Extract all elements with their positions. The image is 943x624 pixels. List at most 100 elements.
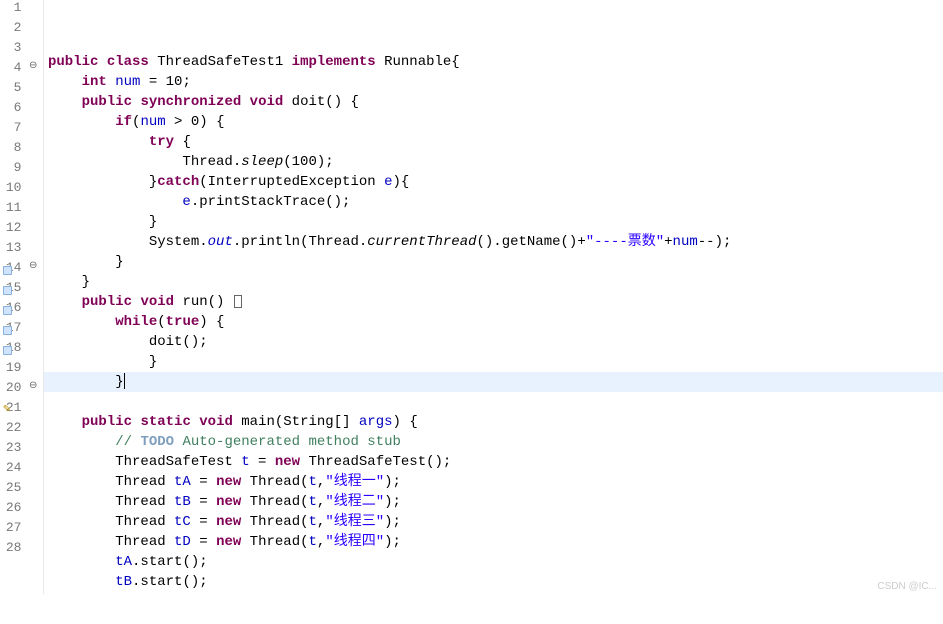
fold-toggle bbox=[23, 420, 43, 440]
code-line[interactable]: while(true) { bbox=[44, 312, 943, 332]
code-line[interactable]: public synchronized void doit() { bbox=[44, 92, 943, 112]
code-token: tA bbox=[115, 554, 132, 570]
fold-toggle bbox=[23, 280, 43, 300]
fold-toggle bbox=[23, 100, 43, 120]
line-number[interactable]: 11 bbox=[0, 200, 23, 220]
line-number[interactable]: 13 bbox=[0, 240, 23, 260]
line-number[interactable]: 24 bbox=[0, 460, 23, 480]
code-token: tA bbox=[174, 474, 191, 490]
code-line[interactable]: }catch(InterruptedException e){ bbox=[44, 172, 943, 192]
code-token: while bbox=[115, 314, 157, 330]
code-line[interactable]: // TODO Auto-generated method stub bbox=[44, 432, 943, 452]
code-line[interactable]: ThreadSafeTest t = new ThreadSafeTest(); bbox=[44, 452, 943, 472]
code-line[interactable]: public static void main(String[] args) { bbox=[44, 412, 943, 432]
code-token: Thread bbox=[48, 514, 174, 530]
code-line[interactable]: } bbox=[44, 252, 943, 272]
code-token: void bbox=[250, 94, 284, 110]
override-marker-icon bbox=[0, 280, 14, 300]
code-line[interactable]: } bbox=[44, 372, 943, 392]
code-line[interactable]: public void run() bbox=[44, 292, 943, 312]
line-number[interactable]: 9 bbox=[0, 160, 23, 180]
task-marker-icon: ✎ bbox=[0, 400, 14, 420]
code-line[interactable]: int num = 10; bbox=[44, 72, 943, 92]
code-line[interactable]: e.printStackTrace(); bbox=[44, 192, 943, 212]
code-token: "线程一" bbox=[325, 474, 384, 490]
code-line[interactable]: System.out.println(Thread.currentThread(… bbox=[44, 232, 943, 252]
line-number[interactable]: 26 bbox=[0, 500, 23, 520]
line-number[interactable]: 1 bbox=[0, 0, 23, 20]
code-line[interactable]: doit(); bbox=[44, 332, 943, 352]
code-token: main(String[] bbox=[233, 414, 359, 430]
code-token: t bbox=[309, 514, 317, 530]
code-token: "----票数" bbox=[586, 234, 664, 250]
code-token: } bbox=[48, 274, 90, 290]
code-token: = 10; bbox=[140, 74, 190, 90]
line-number[interactable]: 7 bbox=[0, 120, 23, 140]
line-number[interactable]: 27 bbox=[0, 520, 23, 540]
code-token bbox=[48, 554, 115, 570]
line-number[interactable]: 5 bbox=[0, 80, 23, 100]
code-line[interactable]: tA.start(); bbox=[44, 552, 943, 572]
code-token: Thread( bbox=[241, 534, 308, 550]
code-line[interactable]: } bbox=[44, 212, 943, 232]
code-line[interactable] bbox=[44, 392, 943, 412]
code-token: ); bbox=[384, 474, 401, 490]
code-token: "线程四" bbox=[325, 534, 384, 550]
code-token: .start(); bbox=[132, 554, 208, 570]
code-token: tD bbox=[174, 534, 191, 550]
line-number[interactable]: 6 bbox=[0, 100, 23, 120]
text-cursor bbox=[124, 373, 125, 389]
fold-toggle[interactable]: ⊖ bbox=[23, 260, 43, 280]
code-line[interactable]: } bbox=[44, 352, 943, 372]
code-line[interactable]: Thread tA = new Thread(t,"线程一"); bbox=[44, 472, 943, 492]
line-number[interactable]: 4 bbox=[0, 60, 23, 80]
fold-toggle[interactable]: ⊖ bbox=[23, 60, 43, 80]
code-token: > 0) { bbox=[166, 114, 225, 130]
fold-toggle bbox=[23, 400, 43, 420]
code-token: ) { bbox=[393, 414, 418, 430]
code-line[interactable]: Thread tD = new Thread(t,"线程四"); bbox=[44, 532, 943, 552]
code-token bbox=[48, 414, 82, 430]
fold-toggle bbox=[23, 300, 43, 320]
line-number[interactable]: 8 bbox=[0, 140, 23, 160]
line-number[interactable]: 10 bbox=[0, 180, 23, 200]
code-token: t bbox=[309, 494, 317, 510]
line-number[interactable]: 2 bbox=[0, 20, 23, 40]
fold-toggle bbox=[23, 0, 43, 20]
code-token: TODO bbox=[140, 434, 174, 450]
code-token: if bbox=[115, 114, 132, 130]
code-line[interactable]: Thread tB = new Thread(t,"线程二"); bbox=[44, 492, 943, 512]
fold-toggle bbox=[23, 180, 43, 200]
code-line[interactable] bbox=[44, 32, 943, 52]
fold-toggle bbox=[23, 320, 43, 340]
code-token: new bbox=[216, 474, 241, 490]
watermark: CSDN @IC... bbox=[877, 581, 937, 592]
code-line[interactable]: tB.start(); bbox=[44, 572, 943, 592]
code-token bbox=[48, 194, 182, 210]
code-token bbox=[48, 434, 115, 450]
code-line[interactable]: Thread.sleep(100); bbox=[44, 152, 943, 172]
line-number[interactable]: 22 bbox=[0, 420, 23, 440]
gutter[interactable]: 1234⊖567891011121314⊖151617181920⊖✎21222… bbox=[0, 0, 44, 594]
code-editor[interactable]: public class ThreadSafeTest1 implements … bbox=[44, 0, 943, 594]
fold-toggle bbox=[23, 200, 43, 220]
line-number[interactable]: 20 bbox=[0, 380, 23, 400]
line-number[interactable]: 28 bbox=[0, 540, 23, 560]
line-number[interactable]: 19 bbox=[0, 360, 23, 380]
code-token: doit() { bbox=[283, 94, 359, 110]
line-number[interactable]: 23 bbox=[0, 440, 23, 460]
line-number[interactable]: 3 bbox=[0, 40, 23, 60]
code-token: Thread bbox=[48, 474, 174, 490]
code-line[interactable]: public class ThreadSafeTest1 implements … bbox=[44, 52, 943, 72]
code-line[interactable]: } bbox=[44, 272, 943, 292]
line-number[interactable]: 12 bbox=[0, 220, 23, 240]
fold-toggle bbox=[23, 540, 43, 560]
code-token: + bbox=[664, 234, 672, 250]
code-line[interactable]: try { bbox=[44, 132, 943, 152]
code-token: t bbox=[309, 474, 317, 490]
code-token: int bbox=[82, 74, 107, 90]
code-line[interactable]: if(num > 0) { bbox=[44, 112, 943, 132]
fold-toggle[interactable]: ⊖ bbox=[23, 380, 43, 400]
line-number[interactable]: 25 bbox=[0, 480, 23, 500]
code-line[interactable]: Thread tC = new Thread(t,"线程三"); bbox=[44, 512, 943, 532]
